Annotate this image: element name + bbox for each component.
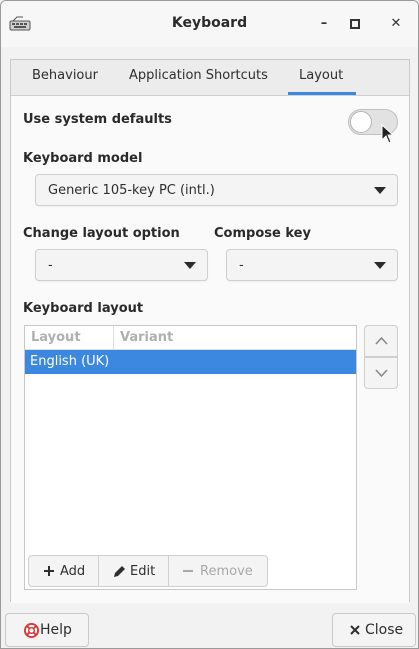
minus-icon — [183, 570, 193, 572]
edit-button[interactable]: Edit — [98, 555, 169, 587]
layout-tab-content: Use system defaults Keyboard model Gener… — [11, 96, 409, 603]
switch-knob — [350, 111, 372, 133]
keyboard-layout-list[interactable]: Layout Variant English (UK) Add Edit Rem… — [24, 325, 357, 590]
layout-list-toolbar: Add Edit Remove — [28, 555, 268, 587]
compose-key-value: - — [239, 258, 244, 273]
add-button-label: Add — [60, 564, 86, 579]
change-layout-option-value: - — [48, 258, 53, 273]
titlebar[interactable]: Keyboard – ✕ — [1, 1, 418, 47]
tab-bar: Behaviour Application Shortcuts Layout — [11, 60, 409, 96]
maximize-icon[interactable] — [345, 14, 365, 34]
close-icon — [350, 625, 360, 635]
keyboard-window: Keyboard – ✕ Behaviour Application Short… — [0, 0, 419, 649]
keyboard-model-label: Keyboard model — [23, 151, 143, 166]
remove-button-label: Remove — [200, 564, 253, 579]
keyboard-model-combo[interactable]: Generic 105-key PC (intl.) — [35, 174, 398, 206]
help-button-label: Help — [40, 622, 72, 638]
dropdown-arrow-icon — [184, 262, 196, 269]
column-header-variant[interactable]: Variant — [120, 330, 173, 345]
tab-behaviour[interactable]: Behaviour — [32, 68, 98, 83]
help-button[interactable]: Help — [5, 613, 89, 647]
change-layout-option-combo[interactable]: - — [35, 249, 208, 281]
use-system-defaults-label: Use system defaults — [23, 112, 172, 127]
list-header: Layout Variant — [25, 326, 356, 350]
compose-key-combo[interactable]: - — [226, 249, 398, 281]
edit-button-label: Edit — [130, 564, 156, 579]
move-up-button[interactable] — [364, 325, 398, 357]
dropdown-arrow-icon — [374, 262, 386, 269]
tab-application-shortcuts[interactable]: Application Shortcuts — [129, 68, 268, 83]
move-down-button[interactable] — [364, 357, 398, 389]
table-row[interactable]: English (UK) — [25, 350, 356, 374]
minimize-icon[interactable]: – — [314, 14, 334, 34]
close-button[interactable]: Close — [332, 613, 416, 647]
pencil-icon — [114, 566, 125, 577]
row-layout-cell: English (UK) — [30, 354, 110, 369]
add-button[interactable]: Add — [28, 555, 99, 587]
change-layout-option-label: Change layout option — [23, 226, 180, 241]
lifebuoy-icon — [24, 623, 39, 638]
tab-layout[interactable]: Layout — [299, 68, 343, 83]
compose-key-label: Compose key — [214, 226, 311, 241]
chevron-down-icon — [375, 369, 388, 378]
active-tab-indicator — [288, 92, 356, 95]
close-button-label: Close — [365, 622, 404, 638]
mouse-pointer-icon — [381, 124, 395, 144]
plus-icon — [44, 566, 54, 576]
keyboard-model-value: Generic 105-key PC (intl.) — [48, 183, 215, 198]
chevron-up-icon — [375, 336, 388, 345]
settings-notebook: Behaviour Application Shortcuts Layout U… — [10, 59, 410, 603]
keyboard-layout-label: Keyboard layout — [23, 301, 144, 316]
remove-button[interactable]: Remove — [168, 555, 268, 587]
column-header-layout[interactable]: Layout — [31, 330, 81, 345]
close-window-icon[interactable]: ✕ — [386, 14, 406, 34]
column-separator — [113, 326, 114, 350]
dropdown-arrow-icon — [374, 187, 386, 194]
